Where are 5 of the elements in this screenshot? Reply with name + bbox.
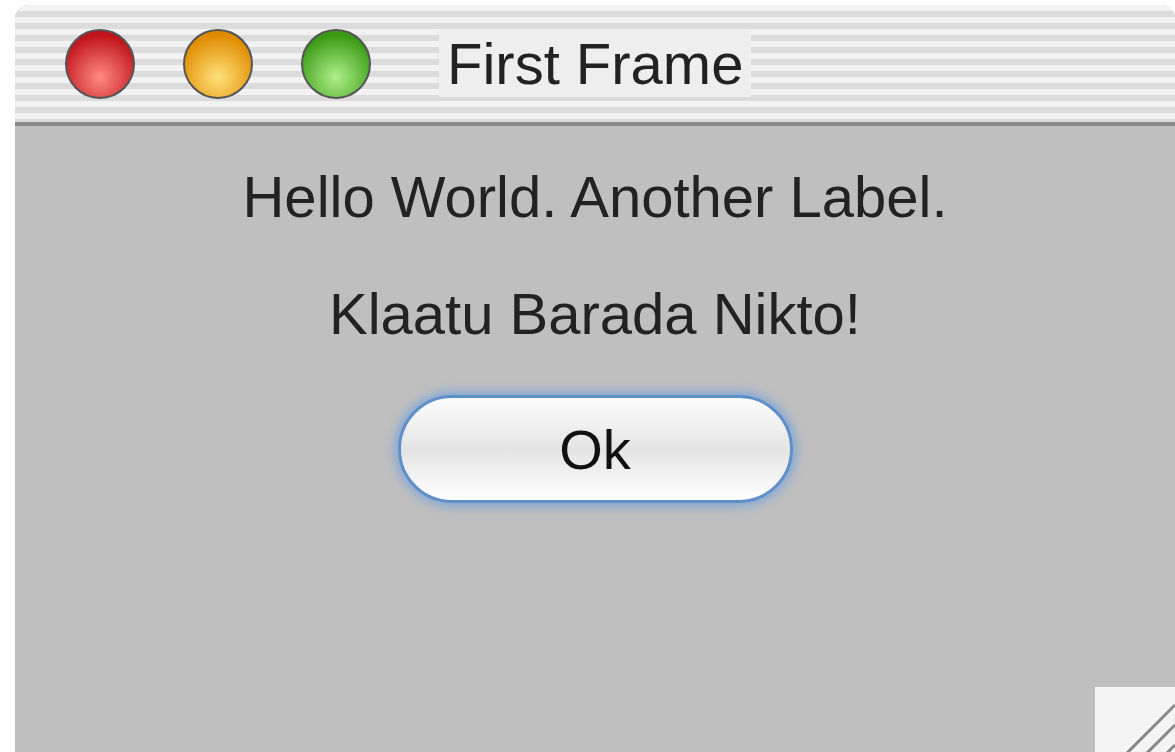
text-label: Klaatu Barada Nikto! xyxy=(329,280,861,348)
resize-grip-icon[interactable] xyxy=(1095,687,1175,752)
window-title: First Frame xyxy=(439,30,752,97)
ok-button[interactable]: Ok xyxy=(397,395,793,503)
text-label: Hello World. Another Label. xyxy=(242,163,948,231)
